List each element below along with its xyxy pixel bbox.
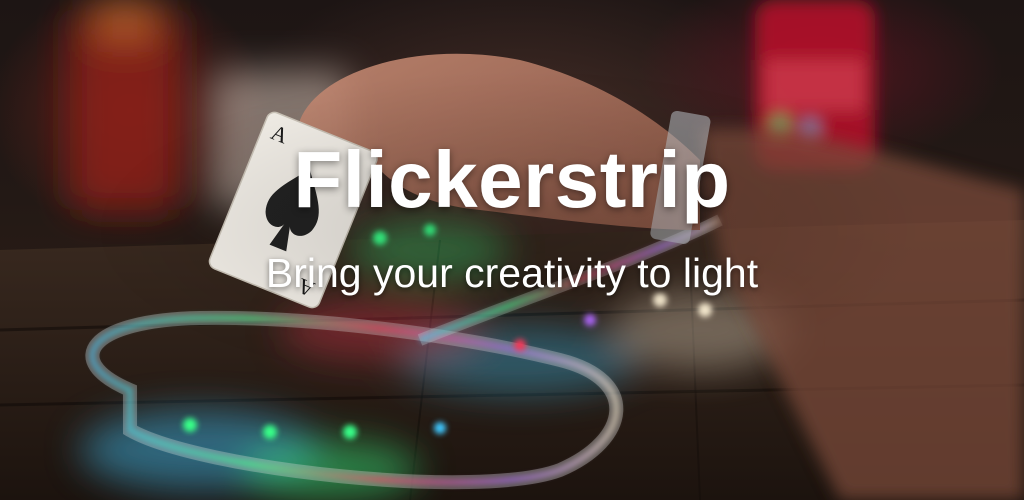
brand-title: Flickerstrip bbox=[293, 135, 731, 224]
hero-banner: A A Flickerstrip Bring your creativity t… bbox=[0, 0, 1024, 500]
tagline: Bring your creativity to light bbox=[265, 250, 759, 296]
